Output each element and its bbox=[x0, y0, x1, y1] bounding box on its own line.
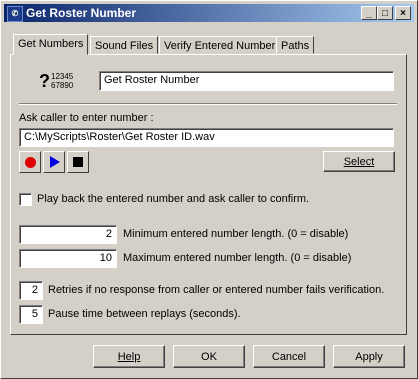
minimize-button[interactable]: _ bbox=[361, 6, 377, 20]
max-length-label: Maximum entered number length. (0 = disa… bbox=[123, 252, 352, 264]
retries-label: Retries if no response from caller or en… bbox=[48, 284, 385, 296]
title-bar[interactable]: ✆ Get Roster Number _ □ × bbox=[4, 4, 414, 22]
record-icon bbox=[25, 157, 36, 168]
play-button[interactable] bbox=[43, 151, 65, 173]
get-number-icon: ? 12345 67890 bbox=[39, 71, 83, 93]
help-button[interactable]: Help bbox=[93, 345, 165, 368]
retries-input[interactable]: 2 bbox=[19, 281, 43, 300]
cancel-button[interactable]: Cancel bbox=[253, 345, 325, 368]
digits-top: 12345 bbox=[51, 72, 74, 81]
confirm-checkbox[interactable] bbox=[19, 193, 32, 206]
close-button[interactable]: × bbox=[395, 6, 411, 20]
stop-icon bbox=[73, 157, 83, 167]
tab-verify-entered-number[interactable]: Verify Entered Number bbox=[159, 36, 281, 54]
step-name-input[interactable]: Get Roster Number bbox=[99, 71, 394, 91]
stop-button[interactable] bbox=[67, 151, 89, 173]
pause-label: Pause time between replays (seconds). bbox=[48, 308, 241, 320]
help-button-label: Help bbox=[117, 351, 141, 363]
min-length-label: Minimum entered number length. (0 = disa… bbox=[123, 228, 349, 240]
play-icon bbox=[50, 156, 60, 168]
tab-paths[interactable]: Paths bbox=[276, 36, 315, 54]
prompt-label: Ask caller to enter number : bbox=[19, 112, 154, 124]
tab-get-numbers[interactable]: Get Numbers bbox=[13, 34, 89, 55]
ok-button[interactable]: OK bbox=[173, 345, 245, 368]
min-length-input[interactable]: 2 bbox=[19, 225, 117, 244]
pause-input[interactable]: 5 bbox=[19, 305, 43, 324]
dialog-window: ✆ Get Roster Number _ □ × Get Numbers So… bbox=[0, 0, 418, 379]
window-title: Get Roster Number bbox=[26, 6, 137, 20]
record-button[interactable] bbox=[19, 151, 41, 173]
separator bbox=[19, 103, 397, 105]
apply-button[interactable]: Apply bbox=[333, 345, 405, 368]
max-length-input[interactable]: 10 bbox=[19, 249, 117, 268]
confirm-label: Play back the entered number and ask cal… bbox=[37, 193, 310, 205]
question-mark-glyph: ? bbox=[39, 71, 50, 91]
select-button-label: Select bbox=[343, 156, 375, 168]
select-button[interactable]: Select bbox=[323, 151, 395, 172]
digits-bottom: 67890 bbox=[51, 81, 74, 90]
tab-sound-files[interactable]: Sound Files bbox=[90, 36, 159, 54]
maximize-button[interactable]: □ bbox=[377, 6, 393, 20]
prompt-file-input[interactable]: C:\MyScripts\Roster\Get Roster ID.wav bbox=[19, 128, 394, 147]
app-icon: ✆ bbox=[7, 6, 23, 22]
